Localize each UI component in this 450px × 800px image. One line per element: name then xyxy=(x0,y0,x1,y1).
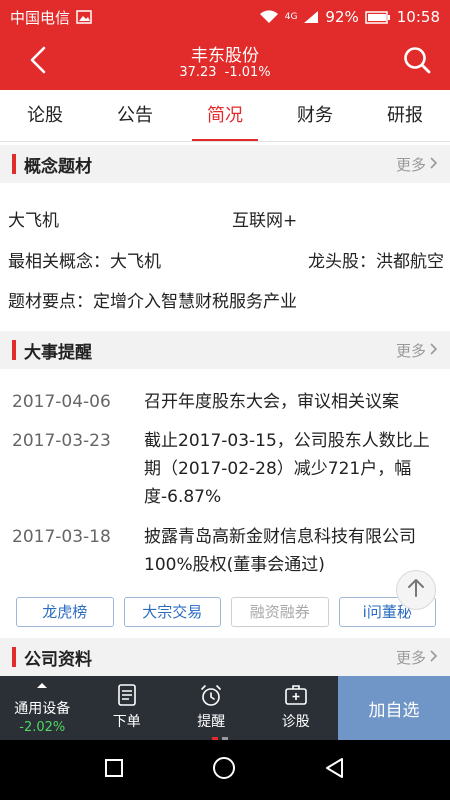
status-bar: 中国电信 4G 92% 10:58 xyxy=(0,0,450,34)
events-more-link[interactable]: 更多 xyxy=(396,340,438,361)
concept-tag[interactable]: 大飞机 xyxy=(8,206,59,231)
leader-stock[interactable]: 龙头股：洪都航空 xyxy=(308,247,444,272)
quick-links: 龙虎榜 大宗交易 融资融券 i问董秘 xyxy=(16,597,436,627)
clock: 10:58 xyxy=(396,8,440,26)
search-icon xyxy=(402,45,432,79)
event-text: 截止2017-03-15，公司股东人数比上期（2017-02-28）减少721户… xyxy=(144,431,430,507)
alert-label: 提醒 xyxy=(197,714,226,730)
dragon-tiger-list-button[interactable]: 龙虎榜 xyxy=(16,597,114,627)
search-button[interactable] xyxy=(400,45,434,79)
tab-bar: 论股 公告 简况 财务 研报 xyxy=(0,90,450,142)
image-icon xyxy=(76,10,92,24)
company-section-header: 公司资料 更多 xyxy=(0,638,450,676)
diagnose-label: 诊股 xyxy=(281,714,310,730)
event-text: 召开年度股东大会，审议相关议案 xyxy=(144,392,399,412)
margin-trading-button[interactable]: 融资融券 xyxy=(231,597,329,627)
chevron-right-icon xyxy=(430,155,438,173)
signal-icon xyxy=(303,10,319,24)
section-accent-bar xyxy=(12,340,16,360)
stock-change: -1.01% xyxy=(224,65,271,80)
battery-percent: 92% xyxy=(325,8,359,26)
scroll-to-top-button[interactable] xyxy=(396,570,436,610)
network-type-label: 4G xyxy=(284,12,298,22)
stock-quote: 37.23 -1.01% xyxy=(0,65,450,80)
company-more-link[interactable]: 更多 xyxy=(396,647,438,668)
chevron-right-icon xyxy=(430,341,438,359)
sector-name: 通用设备 xyxy=(14,701,71,717)
event-date: 2017-03-18 xyxy=(12,527,111,547)
chevron-right-icon xyxy=(430,648,438,666)
tab-announcements[interactable]: 公告 xyxy=(90,90,180,141)
wifi-icon xyxy=(259,10,279,24)
home-button[interactable] xyxy=(212,756,236,784)
event-date: 2017-04-06 xyxy=(12,392,111,412)
stock-price: 37.23 xyxy=(179,65,217,80)
concept-section-header: 概念题材 更多 xyxy=(0,145,450,183)
more-label: 更多 xyxy=(395,341,426,360)
medical-kit-icon xyxy=(254,684,339,706)
tab-research[interactable]: 研报 xyxy=(360,90,450,141)
bottom-toolbar: 通用设备 -2.02% 下单 提醒 诊股 加自选 xyxy=(0,676,450,740)
tab-finance[interactable]: 财务 xyxy=(270,90,360,141)
more-label: 更多 xyxy=(395,648,426,667)
stock-header: 丰东股份 37.23 -1.01% xyxy=(0,34,450,90)
related-concept: 最相关概念：大飞机 xyxy=(8,252,161,272)
section-accent-bar xyxy=(12,647,16,667)
alert-button[interactable]: 提醒 xyxy=(169,676,254,740)
concept-tag[interactable]: 互联网+ xyxy=(232,206,297,231)
stock-name: 丰东股份 xyxy=(191,46,259,66)
system-nav-bar xyxy=(0,740,450,800)
concept-more-link[interactable]: 更多 xyxy=(396,154,438,175)
order-button[interactable]: 下单 xyxy=(85,676,170,740)
events-section-title: 大事提醒 xyxy=(24,342,92,363)
concept-section-title: 概念题材 xyxy=(24,156,92,177)
tab-overview[interactable]: 简况 xyxy=(180,90,270,141)
tab-discussion[interactable]: 论股 xyxy=(0,90,90,141)
company-section-title: 公司资料 xyxy=(24,649,92,670)
alarm-clock-icon xyxy=(169,684,254,708)
sector-change: -2.02% xyxy=(19,720,66,735)
order-label: 下单 xyxy=(112,714,141,730)
section-accent-bar xyxy=(12,154,16,174)
recent-apps-button[interactable] xyxy=(104,758,124,782)
diagnose-button[interactable]: 诊股 xyxy=(254,676,339,740)
add-favorite-button[interactable]: 加自选 xyxy=(338,676,450,740)
document-icon xyxy=(85,684,170,706)
battery-icon xyxy=(365,10,391,24)
sector-button[interactable]: 通用设备 -2.02% xyxy=(0,676,85,740)
block-trade-button[interactable]: 大宗交易 xyxy=(123,597,221,627)
carrier-label: 中国电信 xyxy=(10,8,71,27)
concept-key-points: 题材要点：定增介入智慧财税服务产业 xyxy=(8,292,297,312)
arrow-up-icon xyxy=(407,578,425,602)
back-nav-button[interactable] xyxy=(324,757,346,783)
event-text: 披露青岛高新金财信息科技有限公司100%股权(董事会通过) xyxy=(144,527,416,575)
caret-up-icon xyxy=(0,682,85,689)
more-label: 更多 xyxy=(395,155,426,174)
events-section-header: 大事提醒 更多 xyxy=(0,331,450,369)
event-date: 2017-03-23 xyxy=(12,431,111,451)
